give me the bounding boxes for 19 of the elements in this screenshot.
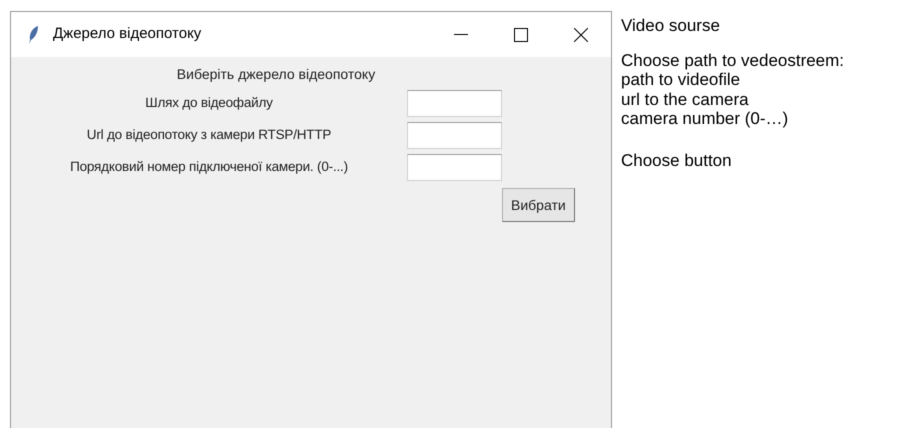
feather-icon [28,24,39,44]
field-label: Порядковий номер підключеної камери. (0-...) [70,158,348,176]
notes-line: camera number (0-…) [621,109,790,128]
minimize-icon [454,34,468,36]
window-title: Джерело відеопотоку [53,24,202,44]
notes-title: Video sourse [621,16,721,36]
field-label: Шлях до відеофайлу [145,94,273,112]
input-field[interactable] [407,90,502,117]
heading-label: Виберіть джерело відеопотоку [176,64,376,84]
maximize-icon [514,28,528,42]
close-icon [574,28,588,42]
notes-footer: Choose button [621,150,844,170]
choose-button[interactable]: Вибрати [502,188,575,222]
input-field[interactable] [407,122,502,149]
notes-line: url to the camera [621,90,750,109]
notes-line: path to videofile [621,70,742,90]
input-field[interactable] [407,154,502,181]
notes-line: Choose path to vedeostreem: [621,50,844,70]
field-label: Url до відеопотоку з камери RTSP/HTTP [86,126,332,144]
